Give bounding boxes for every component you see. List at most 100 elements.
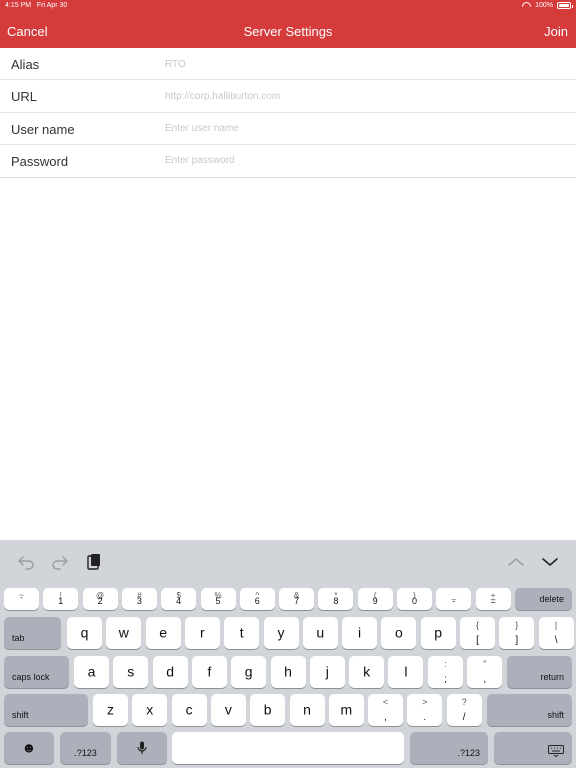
key-p[interactable]: p [420,617,456,649]
key-sym3-2[interactable]: ? / [446,694,482,726]
password-label: Password [11,153,69,169]
key-k[interactable]: k [349,656,385,688]
key-label: , [384,712,387,723]
on-screen-keyboard: ~ `! 1 @2 #3 $4% 5 ^ 6 & 7 * 8(9) 0 _ - + = delete tab q w e r t… [0,540,576,768]
key-sym2-0[interactable]: :; [428,656,463,688]
password-row: Password [0,145,576,177]
key-num-8[interactable]: * 8 [318,588,354,610]
key-d[interactable]: d [152,656,188,688]
key-c[interactable]: c [171,694,207,726]
key-num-9[interactable]: (9 [357,588,393,610]
key-g[interactable]: g [231,656,267,688]
key-label: f [207,663,212,680]
chevron-down-icon[interactable] [540,552,560,572]
key-label: i [358,624,362,641]
space-key[interactable] [172,732,404,764]
key-label: / [462,712,466,723]
key-a[interactable]: a [74,656,109,688]
key-label: shift [547,710,564,720]
key-w[interactable]: w [106,617,142,649]
key-r[interactable]: r [184,617,220,649]
key-x[interactable]: x [132,694,168,726]
key-i[interactable]: i [342,617,378,649]
key-num-6[interactable]: ^ 6 [239,588,275,610]
key-sym1-0[interactable]: {[ [460,617,495,649]
caps-lock-key[interactable]: caps lock [4,656,69,688]
key-label: .?123 [74,748,97,758]
key-label: ] [515,635,519,646]
key-n[interactable]: n [289,694,325,726]
key-label: . [423,712,427,723]
key-num-11[interactable]: _ - [436,588,472,610]
key-q[interactable]: q [67,617,102,649]
numbers-left-key[interactable]: .?123 [60,732,111,764]
key-label: q [80,624,89,641]
alias-label: Alias [11,57,40,72]
key-e[interactable]: e [145,617,181,649]
key-label: v [224,701,232,718]
key-b[interactable]: b [250,694,286,726]
key-num-12[interactable]: + = [475,588,511,610]
key-num-5[interactable]: % 5 [200,588,236,610]
key-label: 3 [136,596,142,606]
key-shift-label: : [444,659,447,669]
key-sym1-2[interactable]: | \ [538,617,574,649]
key-h[interactable]: h [270,656,306,688]
undo-icon[interactable] [16,552,36,572]
battery-icon [557,2,573,9]
key-num-0[interactable]: ~ ` [4,588,39,610]
key-l[interactable]: l [388,656,424,688]
page-title: Server Settings [243,24,333,39]
shift-right-key[interactable]: shift [487,694,572,726]
redo-icon[interactable] [50,552,70,572]
key-label: c [185,701,193,718]
key-sym2-1[interactable]: ", [467,656,503,688]
key-label: x [146,701,154,718]
emoji-key[interactable]: ☻ [4,732,54,764]
key-label: 2 [97,596,103,606]
key-label: n [303,701,311,718]
key-o[interactable]: o [381,617,417,649]
key-u[interactable]: u [302,617,338,649]
username-label: User name [11,121,75,137]
key-num-7[interactable]: & 7 [279,588,315,610]
return-key[interactable]: return [507,656,572,688]
key-y[interactable]: y [263,617,299,649]
join-button[interactable]: Join [544,24,568,39]
key-num-10[interactable]: ) 0 [397,588,432,610]
key-sym3-0[interactable]: <, [368,694,403,726]
key-num-3[interactable]: #3 [121,588,157,610]
key-label: caps lock [12,672,50,682]
key-s[interactable]: s [113,656,149,688]
username-field[interactable] [165,118,565,139]
url-label: URL [11,89,38,105]
key-t[interactable]: t [224,617,260,649]
key-m[interactable]: m [328,694,364,726]
url-field[interactable] [165,86,565,107]
key-label: ` [20,596,23,606]
key-label: .?123 [457,748,480,758]
shift-left-key[interactable]: shift [4,694,88,726]
key-z[interactable]: z [93,694,128,726]
chevron-up-icon[interactable] [506,552,526,572]
dismiss-keyboard-key[interactable] [494,732,572,764]
key-label: l [404,663,408,680]
numbers-right-key[interactable]: .?123 [410,732,488,764]
alias-field[interactable] [165,54,565,74]
delete-key[interactable]: delete [515,588,572,610]
key-sym1-1[interactable]: }] [499,617,535,649]
key-j[interactable]: j [309,656,345,688]
key-label: p [434,624,443,641]
tab-key[interactable]: tab [4,617,61,649]
key-num-2[interactable]: @2 [82,588,118,610]
key-num-1[interactable]: ! 1 [43,588,79,610]
key-sym3-1[interactable]: >. [407,694,443,726]
key-num-4[interactable]: $4 [161,588,197,610]
key-label: , [483,674,487,685]
microphone-key[interactable] [117,732,167,764]
password-field[interactable] [165,150,565,171]
key-shift-label: { [475,620,479,630]
key-v[interactable]: v [210,694,246,726]
key-f[interactable]: f [191,656,227,688]
paste-icon[interactable] [84,552,104,572]
